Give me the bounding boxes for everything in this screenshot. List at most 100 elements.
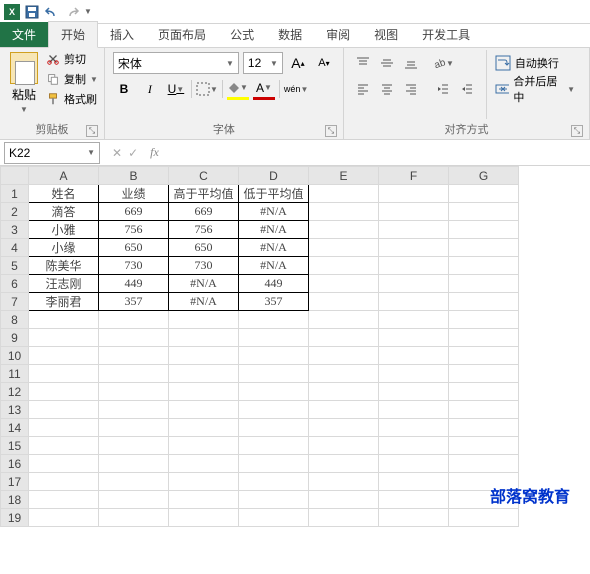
orientation-button[interactable]: ab▼ — [432, 52, 454, 74]
cell[interactable] — [449, 239, 519, 257]
cell[interactable] — [29, 347, 99, 365]
cell[interactable]: #N/A — [239, 221, 309, 239]
spreadsheet-grid[interactable]: ABCDEFG1姓名业绩高于平均值低于平均值2滴答669669#N/A3小雅75… — [0, 166, 590, 527]
cell[interactable]: #N/A — [239, 257, 309, 275]
cell[interactable] — [379, 203, 449, 221]
cell[interactable] — [99, 329, 169, 347]
align-center-button[interactable] — [376, 78, 398, 100]
increase-indent-button[interactable] — [456, 78, 478, 100]
cell[interactable] — [379, 509, 449, 527]
select-all-corner[interactable] — [1, 167, 29, 185]
cell[interactable] — [239, 437, 309, 455]
cell[interactable] — [309, 509, 379, 527]
cell[interactable]: 650 — [169, 239, 239, 257]
row-header[interactable]: 6 — [1, 275, 29, 293]
cell[interactable] — [379, 437, 449, 455]
row-header[interactable]: 18 — [1, 491, 29, 509]
cell[interactable] — [99, 419, 169, 437]
cell[interactable]: #N/A — [169, 275, 239, 293]
shrink-font-button[interactable]: A▾ — [313, 52, 335, 74]
cell[interactable] — [379, 455, 449, 473]
row-header[interactable]: 16 — [1, 455, 29, 473]
tab-file[interactable]: 文件 — [0, 22, 48, 47]
cell[interactable] — [169, 329, 239, 347]
tab-formulas[interactable]: 公式 — [218, 22, 266, 47]
cell[interactable] — [29, 383, 99, 401]
cell[interactable] — [239, 311, 309, 329]
cell[interactable] — [379, 365, 449, 383]
cell[interactable] — [169, 347, 239, 365]
cell[interactable] — [239, 419, 309, 437]
cell[interactable] — [309, 347, 379, 365]
cell[interactable] — [449, 311, 519, 329]
cell[interactable] — [309, 311, 379, 329]
cell[interactable] — [379, 419, 449, 437]
cell[interactable] — [449, 185, 519, 203]
align-left-button[interactable] — [352, 78, 374, 100]
qat-dropdown-icon[interactable]: ▼ — [84, 7, 92, 16]
cell[interactable] — [239, 401, 309, 419]
cell[interactable] — [239, 347, 309, 365]
font-dialog-launcher[interactable]: ⤡ — [325, 125, 337, 137]
cell[interactable] — [169, 491, 239, 509]
cell[interactable] — [169, 365, 239, 383]
cell[interactable] — [99, 473, 169, 491]
cell[interactable] — [379, 275, 449, 293]
cell[interactable] — [449, 293, 519, 311]
paste-button[interactable]: 粘贴 ▼ — [6, 50, 42, 119]
row-header[interactable]: 13 — [1, 401, 29, 419]
cell[interactable] — [309, 203, 379, 221]
cell[interactable] — [309, 401, 379, 419]
cell[interactable] — [169, 509, 239, 527]
cell[interactable] — [379, 257, 449, 275]
cell[interactable] — [169, 401, 239, 419]
tab-view[interactable]: 视图 — [362, 22, 410, 47]
tab-developer[interactable]: 开发工具 — [410, 22, 482, 47]
row-header[interactable]: 2 — [1, 203, 29, 221]
cell[interactable] — [309, 419, 379, 437]
cell[interactable] — [99, 311, 169, 329]
cell[interactable] — [99, 365, 169, 383]
cell[interactable]: 业绩 — [99, 185, 169, 203]
save-icon[interactable] — [24, 4, 40, 20]
cell[interactable] — [29, 419, 99, 437]
cell[interactable] — [29, 365, 99, 383]
align-middle-button[interactable] — [376, 52, 398, 74]
cell[interactable] — [449, 365, 519, 383]
cell[interactable] — [239, 455, 309, 473]
cell[interactable] — [449, 419, 519, 437]
cell[interactable] — [379, 293, 449, 311]
column-header[interactable]: A — [29, 167, 99, 185]
cell[interactable] — [449, 329, 519, 347]
cell[interactable] — [29, 437, 99, 455]
cell[interactable] — [99, 347, 169, 365]
cell[interactable]: #N/A — [169, 293, 239, 311]
row-header[interactable]: 7 — [1, 293, 29, 311]
cell[interactable] — [449, 437, 519, 455]
decrease-indent-button[interactable] — [432, 78, 454, 100]
cell[interactable] — [169, 437, 239, 455]
row-header[interactable]: 14 — [1, 419, 29, 437]
tab-insert[interactable]: 插入 — [98, 22, 146, 47]
clipboard-dialog-launcher[interactable]: ⤡ — [86, 125, 98, 137]
cell[interactable] — [29, 329, 99, 347]
cell[interactable] — [309, 365, 379, 383]
underline-button[interactable]: U▼ — [165, 78, 187, 100]
cell[interactable]: 汪志刚 — [29, 275, 99, 293]
copy-button[interactable]: 复制▼ — [46, 70, 98, 88]
bold-button[interactable]: B — [113, 78, 135, 100]
cell[interactable] — [449, 257, 519, 275]
column-header[interactable]: D — [239, 167, 309, 185]
cell[interactable]: 730 — [99, 257, 169, 275]
cell[interactable]: 756 — [169, 221, 239, 239]
row-header[interactable]: 12 — [1, 383, 29, 401]
tab-home[interactable]: 开始 — [48, 21, 98, 48]
cell[interactable] — [29, 401, 99, 419]
cell[interactable]: 449 — [239, 275, 309, 293]
row-header[interactable]: 17 — [1, 473, 29, 491]
row-header[interactable]: 5 — [1, 257, 29, 275]
cell[interactable] — [309, 473, 379, 491]
cell[interactable] — [239, 509, 309, 527]
cell[interactable] — [309, 257, 379, 275]
cell[interactable] — [309, 491, 379, 509]
